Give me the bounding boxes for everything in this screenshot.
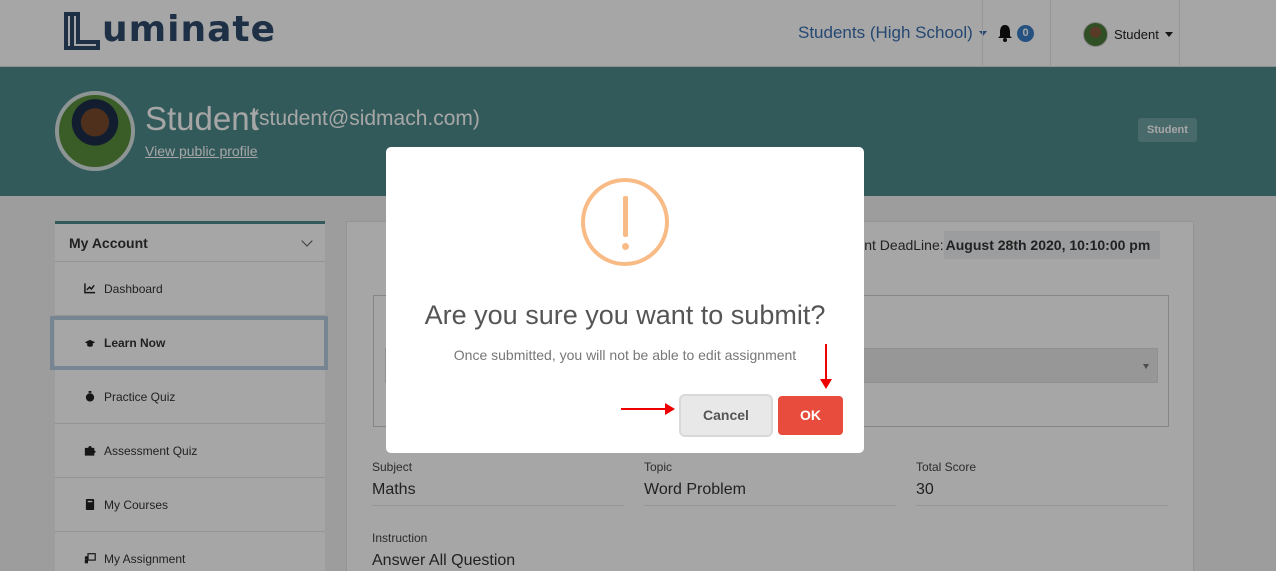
warning-icon [581,178,669,266]
cancel-button[interactable]: Cancel [681,396,771,435]
annotation-arrow-down-icon [820,344,832,389]
ok-button[interactable]: OK [778,396,843,435]
annotation-arrow-right-icon [621,403,675,415]
dialog-text: Once submitted, you will not be able to … [453,347,797,363]
dialog-title: Are you sure you want to submit? [424,300,826,330]
